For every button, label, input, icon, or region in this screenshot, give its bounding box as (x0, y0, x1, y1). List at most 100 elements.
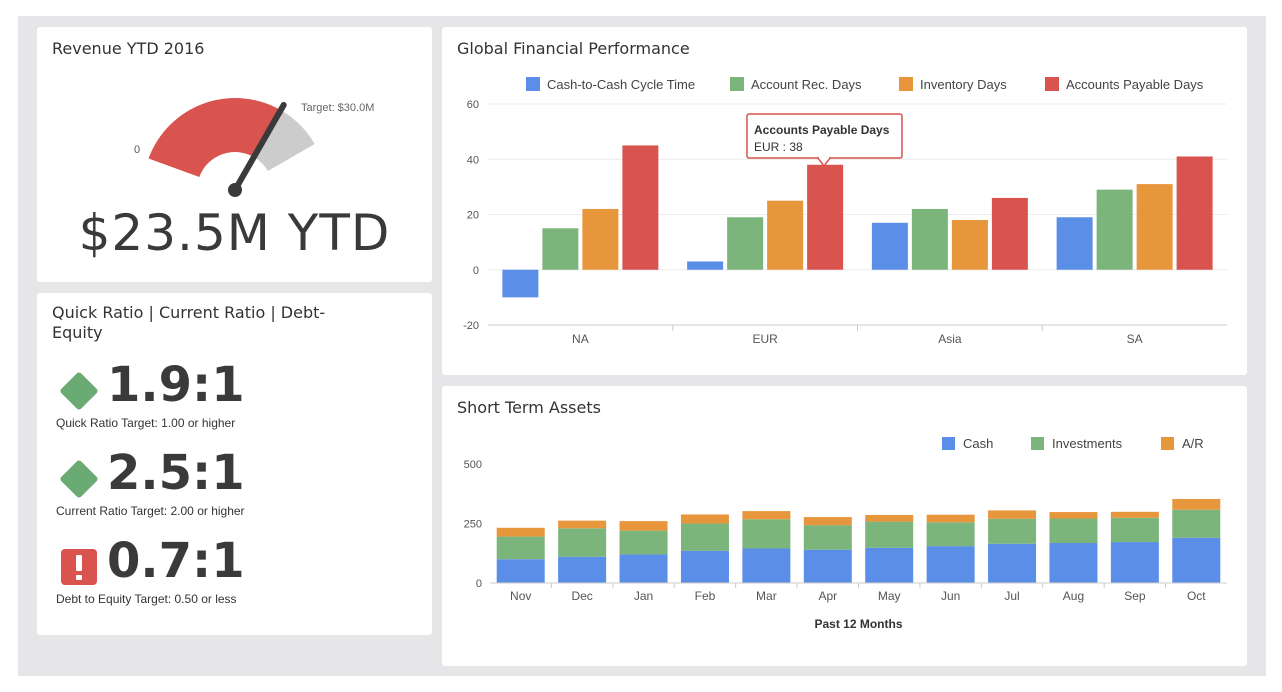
gfp-bar-asia-account-rec-days[interactable] (911, 208, 948, 270)
sta-bar-jan-cash[interactable] (619, 554, 668, 583)
tooltip-title: Accounts Payable Days (754, 123, 890, 137)
sta-bar-may-cash[interactable] (865, 547, 914, 583)
legend-label-cash-to-cash-cycle-time[interactable]: Cash-to-Cash Cycle Time (547, 77, 695, 92)
legend-label-a-r[interactable]: A/R (1182, 436, 1204, 451)
sta-ytick-label: 500 (464, 459, 482, 471)
gfp-bar-asia-inventory-days[interactable] (951, 220, 988, 270)
gfp-xtick-label: SA (1127, 332, 1143, 346)
sta-bar-dec-cash[interactable] (558, 556, 607, 583)
gfp-bar-na-inventory-days[interactable] (582, 208, 619, 270)
sta-xtick-label: Jul (1004, 589, 1019, 603)
sta-bar-apr-a-r[interactable] (803, 517, 852, 526)
sta-chart[interactable]: Cash Investments A/R 500 250 0 Nov Dec Jan Feb Ma… (442, 386, 1247, 666)
gfp-ytick-label: 20 (467, 210, 479, 222)
legend-swatch-account-rec-days (730, 77, 744, 91)
sta-bar-sep-investments[interactable] (1110, 517, 1159, 543)
sta-xtick-label: Aug (1063, 589, 1084, 603)
gfp-bar-sa-cash-to-cash-cycle-time[interactable] (1056, 217, 1093, 270)
sta-x-axis-title: Past 12 Months (814, 617, 902, 631)
revenue-card: Revenue YTD 2016 0 Target: $30.0M $23.5M… (37, 27, 432, 282)
sta-bar-aug-cash[interactable] (1049, 543, 1098, 583)
sta-bar-oct-cash[interactable] (1172, 537, 1221, 583)
gfp-bar-sa-accounts-payable-days[interactable] (1176, 156, 1213, 270)
sta-bar-dec-investments[interactable] (558, 528, 607, 557)
sta-bar-jan-a-r[interactable] (619, 521, 668, 531)
sta-ytick-label: 250 (464, 519, 482, 531)
gfp-bar-na-cash-to-cash-cycle-time[interactable] (502, 269, 539, 298)
gfp-ytick-label: 60 (467, 99, 479, 111)
sta-bar-nov-a-r[interactable] (496, 527, 545, 537)
sta-xtick-label: Sep (1124, 589, 1146, 603)
current-ratio-target: Current Ratio Target: 2.00 or higher (56, 504, 245, 518)
gfp-bar-na-accounts-payable-days[interactable] (622, 145, 659, 270)
sta-bar-mar-a-r[interactable] (742, 511, 791, 520)
sta-bar-nov-investments[interactable] (496, 536, 545, 560)
sta-bar-aug-a-r[interactable] (1049, 512, 1098, 519)
sta-bar-nov-cash[interactable] (496, 559, 545, 583)
gfp-xtick-label: NA (572, 332, 589, 346)
gfp-ytick-label: 0 (473, 265, 479, 277)
debt-equity-value: 0.7:1 (107, 533, 245, 589)
sta-xtick-label: Mar (756, 589, 777, 603)
legend-swatch-cash-to-cash-cycle-time (526, 77, 540, 91)
gauge-needle-hub (228, 183, 242, 197)
sta-bar-aug-investments[interactable] (1049, 518, 1098, 544)
sta-bar-jul-a-r[interactable] (988, 510, 1037, 519)
gfp-bar-asia-accounts-payable-days[interactable] (991, 197, 1028, 270)
legend-label-inventory-days[interactable]: Inventory Days (920, 77, 1007, 92)
sta-bar-jun-a-r[interactable] (926, 514, 975, 523)
ratios-card: Quick Ratio | Current Ratio | Debt-Equit… (37, 293, 432, 635)
quick-ratio-row: 1.9:1 Quick Ratio Target: 1.00 or higher (55, 357, 415, 433)
green-diamond-icon (60, 372, 98, 410)
sta-bar-sep-a-r[interactable] (1110, 511, 1159, 518)
gfp-bar-sa-account-rec-days[interactable] (1096, 189, 1133, 270)
sta-bar-dec-a-r[interactable] (558, 520, 607, 529)
sta-bar-jun-investments[interactable] (926, 522, 975, 547)
sta-bar-jul-cash[interactable] (988, 543, 1037, 583)
sta-bar-mar-investments[interactable] (742, 519, 791, 549)
sta-xtick-label: Oct (1187, 589, 1206, 603)
sta-bar-may-a-r[interactable] (865, 514, 914, 522)
legend-swatch-inventory-days (899, 77, 913, 91)
debt-equity-row: 0.7:1 Debt to Equity Target: 0.50 or les… (55, 533, 415, 609)
sta-bar-feb-investments[interactable] (680, 523, 729, 551)
legend-label-account-rec-days[interactable]: Account Rec. Days (751, 77, 862, 92)
gfp-bar-eur-account-rec-days[interactable] (727, 217, 764, 270)
legend-swatch-investments (1031, 437, 1044, 450)
legend-label-accounts-payable-days[interactable]: Accounts Payable Days (1066, 77, 1204, 92)
gfp-chart[interactable]: Cash-to-Cash Cycle Time Account Rec. Days… (442, 27, 1247, 375)
sta-bar-sep-cash[interactable] (1110, 542, 1159, 583)
gfp-bar-eur-inventory-days[interactable] (767, 200, 804, 270)
sta-bar-jun-cash[interactable] (926, 546, 975, 583)
red-exclamation-icon (61, 549, 97, 585)
sta-bar-apr-cash[interactable] (803, 549, 852, 583)
green-diamond-icon (60, 460, 98, 498)
sta-bar-oct-a-r[interactable] (1172, 498, 1221, 510)
sta-ytick-label: 0 (476, 578, 482, 590)
sta-bar-jul-investments[interactable] (988, 518, 1037, 544)
sta-xtick-label: Jan (634, 589, 653, 603)
gfp-bar-na-account-rec-days[interactable] (542, 228, 579, 270)
gfp-bar-asia-cash-to-cash-cycle-time[interactable] (871, 222, 908, 270)
current-ratio-row: 2.5:1 Current Ratio Target: 2.00 or high… (55, 445, 415, 521)
gfp-xtick-label: EUR (752, 332, 778, 346)
sta-bar-feb-cash[interactable] (680, 550, 729, 583)
sta-bar-apr-investments[interactable] (803, 525, 852, 550)
sta-bar-mar-cash[interactable] (742, 548, 791, 583)
legend-label-cash[interactable]: Cash (963, 436, 993, 451)
sta-bar-jan-investments[interactable] (619, 530, 668, 555)
gfp-bar-eur-accounts-payable-days[interactable] (807, 164, 844, 270)
gfp-ytick-label: -20 (463, 320, 479, 332)
gfp-tooltip: Accounts Payable Days EUR : 38 (746, 113, 903, 168)
legend-swatch-cash (942, 437, 955, 450)
sta-xtick-label: Apr (818, 589, 837, 603)
legend-label-investments[interactable]: Investments (1052, 436, 1123, 451)
sta-bar-oct-investments[interactable] (1172, 509, 1221, 538)
sta-bar-may-investments[interactable] (865, 521, 914, 548)
gauge-target-label: Target: $30.0M (301, 102, 374, 114)
sta-bar-feb-a-r[interactable] (680, 514, 729, 524)
gfp-bar-sa-inventory-days[interactable] (1136, 184, 1173, 270)
gfp-bar-eur-cash-to-cash-cycle-time[interactable] (687, 261, 724, 270)
short-term-assets-card: Short Term Assets Cash Investments A/R 500… (442, 386, 1247, 666)
global-financial-performance-card: Global Financial Performance Cash-to-Cas… (442, 27, 1247, 375)
